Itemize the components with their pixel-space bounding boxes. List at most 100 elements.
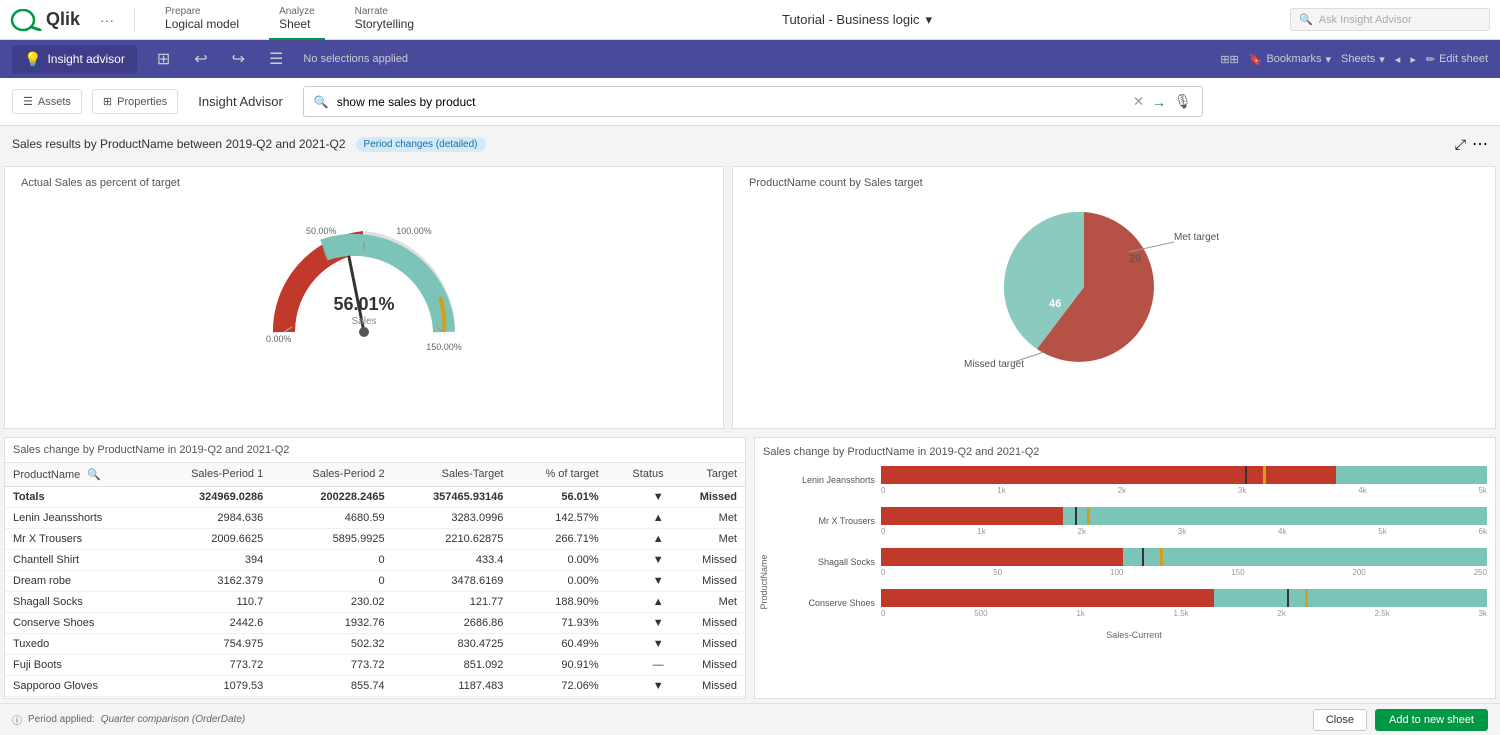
table-title: Sales change by ProductName in 2019-Q2 a…	[13, 444, 737, 456]
bar-row-4: Conserve Shoes 05001k1.5k2k2.5k3k	[781, 589, 1487, 618]
period-value: Quarter comparison (OrderDate)	[101, 714, 246, 725]
ask-insight-input[interactable]: 🔍 Ask Insight Advisor	[1290, 8, 1490, 31]
totals-period1: 324969.0286	[150, 486, 271, 507]
svg-text:0.00%: 0.00%	[266, 334, 292, 344]
bar-area-4: 05001k1.5k2k2.5k3k	[881, 589, 1487, 618]
svg-text:56.01%: 56.01%	[333, 294, 394, 314]
bar-area-3: 050100150200250	[881, 548, 1487, 577]
nav-prev-btn[interactable]: ◂	[1395, 53, 1401, 66]
svg-text:150.00%: 150.00%	[426, 342, 462, 352]
table-header: ProductName 🔍 Sales-Period 1 Sales-Perio…	[5, 463, 745, 487]
bar-label-2: Mr X Trousers	[781, 516, 881, 526]
svg-text:Missed target: Missed target	[964, 359, 1024, 370]
pie-chart-panel: ProductName count by Sales target 46	[732, 166, 1496, 429]
undo-btn[interactable]: ↩	[190, 45, 211, 73]
search-area: ☰ Assets ⊞ Properties Insight Advisor 🔍 …	[0, 78, 1500, 126]
search-mic-btn[interactable]: 🎙	[1174, 93, 1192, 110]
col-target-status[interactable]: Target	[672, 463, 745, 487]
table-row: Sapporoo Gloves 1079.53 855.74 1187.483 …	[5, 675, 745, 696]
svg-text:29: 29	[1129, 253, 1141, 265]
bar-area-2: 01k2k3k4k5k6k	[881, 507, 1487, 536]
charts-row: Actual Sales as percent of target	[0, 162, 1500, 433]
redo-btn[interactable]: ↪	[228, 45, 249, 73]
table-row: Conserve Shoes 2442.6 1932.76 2686.86 71…	[5, 612, 745, 633]
col-period1[interactable]: Sales-Period 1	[150, 463, 271, 487]
table-row: Lenin Jeansshorts 2984.636 4680.59 3283.…	[5, 507, 745, 528]
totals-arrow: ▼	[607, 486, 672, 507]
nav-narrate[interactable]: Narrate Storytelling	[345, 0, 424, 40]
search-submit-btn[interactable]: →	[1152, 94, 1166, 110]
pie-svg: 46 29 Missed target Met target	[954, 197, 1274, 377]
bar-axis-1: 01k2k3k4k5k	[881, 486, 1487, 495]
prepare-label: Prepare	[165, 6, 201, 17]
col-period2[interactable]: Sales-Period 2	[271, 463, 392, 487]
analyze-value: Sheet	[279, 17, 310, 31]
info-icon: ⓘ	[12, 712, 22, 727]
main-content: Sales results by ProductName between 201…	[0, 126, 1500, 703]
search-icon: 🔍	[1299, 13, 1313, 26]
svg-text:50.00%: 50.00%	[306, 226, 337, 236]
table-row: Tuxedo 754.975 502.32 830.4725 60.49% ▼ …	[5, 633, 745, 654]
properties-icon: ⊞	[103, 95, 112, 108]
svg-text:100.00%: 100.00%	[396, 226, 432, 236]
col-pct[interactable]: % of target	[511, 463, 606, 487]
filter-btn[interactable]: ☰	[265, 45, 287, 73]
bar-chart-content: Lenin Jeansshorts 01k2k3k4k5k	[773, 466, 1495, 699]
bottom-row: Sales change by ProductName in 2019-Q2 a…	[0, 433, 1500, 704]
data-table: ProductName 🔍 Sales-Period 1 Sales-Perio…	[5, 463, 745, 697]
table-row: Fuji Boots 773.72 773.72 851.092 90.91% …	[5, 654, 745, 675]
search-icon: 🔍	[314, 95, 329, 109]
period-label: Period applied:	[28, 714, 95, 725]
sheets-btn[interactable]: Sheets ▾	[1341, 53, 1385, 66]
table-row: Dream robe 3162.379 0 3478.6169 0.00% ▼ …	[5, 570, 745, 591]
nav-next-btn[interactable]: ▸	[1410, 53, 1416, 66]
gauge-chart-title: Actual Sales as percent of target	[21, 177, 707, 189]
search-box[interactable]: 🔍 ✕ → 🎙	[303, 86, 1203, 117]
footer-right: Close Add to new sheet	[1313, 709, 1488, 731]
chevron-down-icon: ▾	[926, 12, 933, 28]
bar-label-3: Shagall Socks	[781, 557, 881, 567]
table-row: Shagall Socks 110.7 230.02 121.77 188.90…	[5, 591, 745, 612]
add-to-sheet-button[interactable]: Add to new sheet	[1375, 709, 1488, 731]
table-row: Mr X Trousers 2009.6625 5895.9925 2210.6…	[5, 528, 745, 549]
close-button[interactable]: Close	[1313, 709, 1367, 731]
nav-prepare[interactable]: Prepare Logical model	[155, 0, 249, 40]
search-icon[interactable]: 🔍	[87, 469, 101, 481]
assets-btn[interactable]: ☰ Assets	[12, 89, 82, 114]
bookmarks-btn[interactable]: 🔖 Bookmarks ▾	[1249, 53, 1331, 66]
smart-search-btn[interactable]: ⊞	[153, 45, 174, 73]
grid-view-btn[interactable]: ⊞⊞	[1220, 53, 1238, 66]
search-input[interactable]	[337, 95, 1125, 109]
totals-status: Missed	[672, 486, 745, 507]
toolbar: 💡 Insight advisor ⊞ ↩ ↪ ☰ No selections …	[0, 40, 1500, 78]
svg-text:Sales: Sales	[351, 316, 376, 327]
insight-advisor-button[interactable]: 💡 Insight advisor	[12, 45, 137, 74]
narrate-value: Storytelling	[355, 17, 414, 31]
col-product[interactable]: ProductName 🔍	[5, 463, 150, 487]
bar-row-1: Lenin Jeansshorts 01k2k3k4k5k	[781, 466, 1487, 495]
col-status[interactable]: Status	[607, 463, 672, 487]
col-target[interactable]: Sales-Target	[393, 463, 512, 487]
table-row: Chantell Shirt 394 0 433.4 0.00% ▼ Misse…	[5, 549, 745, 570]
table-panel: Sales change by ProductName in 2019-Q2 a…	[4, 437, 746, 700]
totals-pct: 56.01%	[511, 486, 606, 507]
more-menu-btn[interactable]: ···	[100, 12, 114, 28]
edit-sheet-btn[interactable]: ✏ Edit sheet	[1426, 53, 1488, 66]
gauge-chart-panel: Actual Sales as percent of target	[4, 166, 724, 429]
expand-btn[interactable]: ⤢	[1455, 134, 1466, 154]
narrate-label: Narrate	[355, 6, 388, 17]
bar-chart-body: ProductName Lenin Jeansshorts	[755, 466, 1495, 699]
app-title[interactable]: Tutorial - Business logic ▾	[782, 12, 932, 28]
search-clear-btn[interactable]: ✕	[1133, 94, 1144, 110]
table-scroll[interactable]: ProductName 🔍 Sales-Period 1 Sales-Perio…	[5, 463, 745, 699]
y-axis-label: ProductName	[755, 466, 773, 699]
bar-chart-title: Sales change by ProductName in 2019-Q2 a…	[755, 438, 1495, 466]
results-title: Sales results by ProductName between 201…	[12, 137, 346, 151]
analyze-label: Analyze	[279, 6, 315, 17]
qlik-text: Qlik	[46, 9, 80, 30]
properties-btn[interactable]: ⊞ Properties	[92, 89, 178, 114]
assets-icon: ☰	[23, 95, 33, 108]
more-options-btn[interactable]: ⋯	[1472, 134, 1488, 154]
selection-text: No selections applied	[303, 53, 408, 65]
nav-analyze[interactable]: Analyze Sheet	[269, 0, 325, 40]
